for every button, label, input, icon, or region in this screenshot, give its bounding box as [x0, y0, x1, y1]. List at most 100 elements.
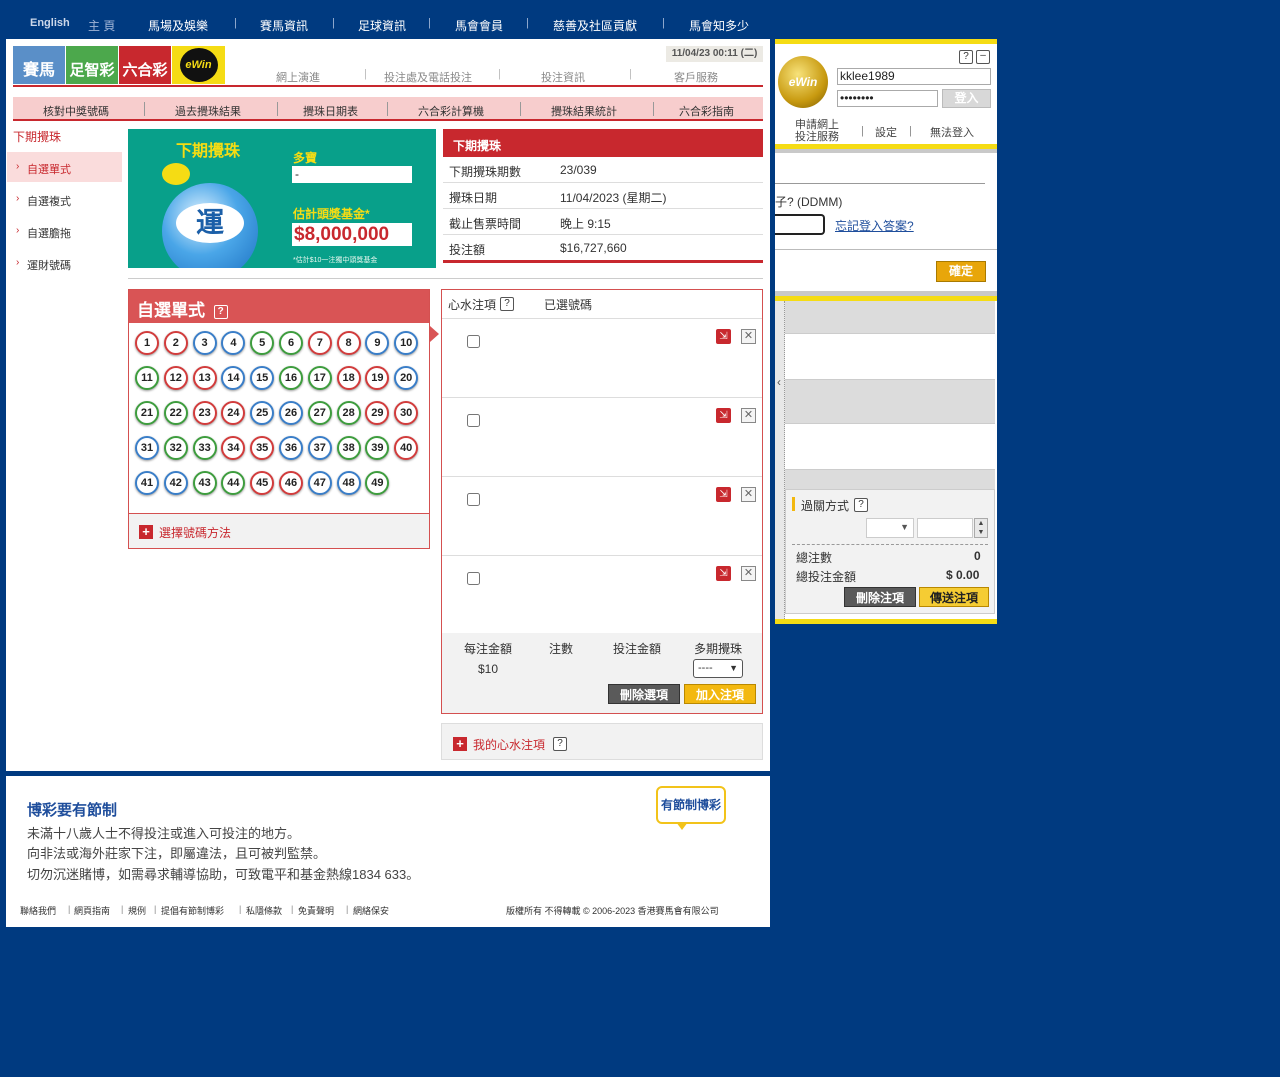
- ball-47[interactable]: 47: [307, 471, 332, 495]
- ball-2[interactable]: 2: [163, 331, 188, 355]
- english-link[interactable]: English: [30, 17, 70, 29]
- cannot-login-link[interactable]: 無法登入: [930, 124, 974, 140]
- footer-link[interactable]: 私隱條款: [246, 904, 282, 917]
- ball-27[interactable]: 27: [307, 401, 332, 425]
- ball-5[interactable]: 5: [250, 331, 275, 355]
- subnav-item[interactable]: 投注處及電話投注: [384, 69, 472, 85]
- ball-24[interactable]: 24: [221, 401, 246, 425]
- ball-16[interactable]: 16: [279, 366, 303, 390]
- send-bets-button[interactable]: 傳送注項: [919, 587, 989, 607]
- ball-31[interactable]: 31: [135, 436, 159, 460]
- ball-49[interactable]: 49: [365, 471, 390, 495]
- ball-1[interactable]: 1: [135, 331, 159, 355]
- ball-19[interactable]: 19: [365, 366, 390, 390]
- save-icon[interactable]: ⇲: [716, 408, 731, 423]
- collapse-handle[interactable]: ‹: [775, 301, 785, 619]
- forgot-answer-link[interactable]: 忘記登入答案?: [835, 217, 914, 234]
- ball-41[interactable]: 41: [135, 471, 159, 495]
- ball-14[interactable]: 14: [221, 366, 246, 390]
- answer-input[interactable]: [775, 214, 825, 235]
- ewin-logo[interactable]: eWin: [172, 46, 225, 84]
- close-icon[interactable]: ✕: [741, 408, 756, 423]
- nav-item[interactable]: 足球資訊: [358, 17, 406, 34]
- subbar-item[interactable]: 攪珠結果統計: [551, 103, 617, 119]
- delete-selection-button[interactable]: 刪除選項: [608, 684, 680, 704]
- choose-method-link[interactable]: + 選擇號碼方法: [129, 513, 429, 548]
- footer-link[interactable]: 免責聲明: [298, 904, 334, 917]
- ball-32[interactable]: 32: [163, 436, 188, 460]
- spinner[interactable]: ▲ ▼: [974, 518, 988, 538]
- row-checkbox[interactable]: [467, 335, 480, 348]
- ball-45[interactable]: 45: [250, 471, 275, 495]
- parlay-select[interactable]: ▼: [866, 518, 914, 538]
- row-checkbox[interactable]: [467, 414, 480, 427]
- help-icon[interactable]: ?: [959, 50, 973, 64]
- ball-40[interactable]: 40: [394, 436, 419, 460]
- row-checkbox[interactable]: [467, 493, 480, 506]
- menu-item-lucky-number[interactable]: › 運財號碼: [7, 248, 122, 278]
- footer-link[interactable]: 聯絡我們: [20, 904, 56, 917]
- password-input[interactable]: ••••••••: [837, 90, 938, 107]
- ball-48[interactable]: 48: [336, 471, 361, 495]
- subbar-item[interactable]: 六合彩計算機: [418, 103, 484, 119]
- home-link[interactable]: 主 頁: [88, 17, 115, 34]
- save-icon[interactable]: ⇲: [716, 566, 731, 581]
- nav-item[interactable]: 慈善及社區貢獻: [553, 17, 637, 34]
- close-icon[interactable]: ✕: [741, 487, 756, 502]
- ball-7[interactable]: 7: [307, 331, 332, 355]
- ball-8[interactable]: 8: [336, 331, 361, 355]
- tab-football[interactable]: 足智彩: [66, 46, 118, 84]
- nav-item[interactable]: 馬會會員: [455, 17, 503, 34]
- ball-39[interactable]: 39: [365, 436, 390, 460]
- confirm-button[interactable]: 確定: [936, 261, 986, 282]
- ball-28[interactable]: 28: [336, 401, 361, 425]
- ball-11[interactable]: 11: [135, 366, 159, 390]
- tab-horse-racing[interactable]: 賽馬: [13, 46, 65, 84]
- ball-4[interactable]: 4: [221, 331, 246, 355]
- ball-38[interactable]: 38: [336, 436, 361, 460]
- subbar-item[interactable]: 攪珠日期表: [303, 103, 358, 119]
- ball-10[interactable]: 10: [394, 331, 419, 355]
- footer-link[interactable]: 網頁指南: [74, 904, 110, 917]
- ball-3[interactable]: 3: [192, 331, 217, 355]
- nav-item[interactable]: 賽馬資訊: [260, 17, 308, 34]
- menu-item-banker[interactable]: › 自選膽拖: [7, 216, 122, 246]
- ball-17[interactable]: 17: [307, 366, 332, 390]
- ball-29[interactable]: 29: [365, 401, 390, 425]
- ball-18[interactable]: 18: [336, 366, 361, 390]
- settings-link[interactable]: 設定: [875, 124, 897, 140]
- help-icon[interactable]: ?: [500, 297, 514, 311]
- ball-34[interactable]: 34: [221, 436, 246, 460]
- parlay-input[interactable]: [917, 518, 973, 538]
- ball-20[interactable]: 20: [394, 366, 419, 390]
- ball-33[interactable]: 33: [192, 436, 217, 460]
- subnav-item[interactable]: 投注資訊: [541, 69, 585, 85]
- minimize-icon[interactable]: –: [976, 50, 990, 64]
- ball-13[interactable]: 13: [192, 366, 217, 390]
- username-input[interactable]: kklee1989: [837, 68, 991, 85]
- footer-link[interactable]: 規例: [128, 904, 146, 917]
- add-bet-button[interactable]: 加入注項: [684, 684, 756, 704]
- help-icon[interactable]: ?: [553, 737, 567, 751]
- footer-link[interactable]: 提倡有節制博彩: [161, 904, 224, 917]
- subnav-item[interactable]: 客戶服務: [674, 69, 718, 85]
- ball-25[interactable]: 25: [250, 401, 275, 425]
- nav-item[interactable]: 馬場及娛樂: [148, 17, 208, 34]
- ball-35[interactable]: 35: [250, 436, 275, 460]
- help-icon[interactable]: ?: [213, 304, 228, 319]
- row-checkbox[interactable]: [467, 572, 480, 585]
- ball-44[interactable]: 44: [221, 471, 246, 495]
- help-icon[interactable]: ?: [854, 498, 868, 512]
- menu-item-multiple[interactable]: › 自選複式: [7, 184, 122, 214]
- close-icon[interactable]: ✕: [741, 329, 756, 344]
- delete-bets-button[interactable]: 刪除注項: [844, 587, 916, 607]
- menu-item-single[interactable]: › 自選單式: [7, 152, 122, 182]
- tab-mark-six[interactable]: 六合彩: [119, 46, 171, 84]
- subbar-item[interactable]: 過去攪珠結果: [175, 103, 241, 119]
- save-icon[interactable]: ⇲: [716, 487, 731, 502]
- register-link[interactable]: 申請網上 投注服務: [795, 119, 839, 143]
- ball-21[interactable]: 21: [135, 401, 159, 425]
- login-button[interactable]: 登入: [942, 89, 991, 108]
- subbar-item[interactable]: 六合彩指南: [679, 103, 734, 119]
- ball-43[interactable]: 43: [192, 471, 217, 495]
